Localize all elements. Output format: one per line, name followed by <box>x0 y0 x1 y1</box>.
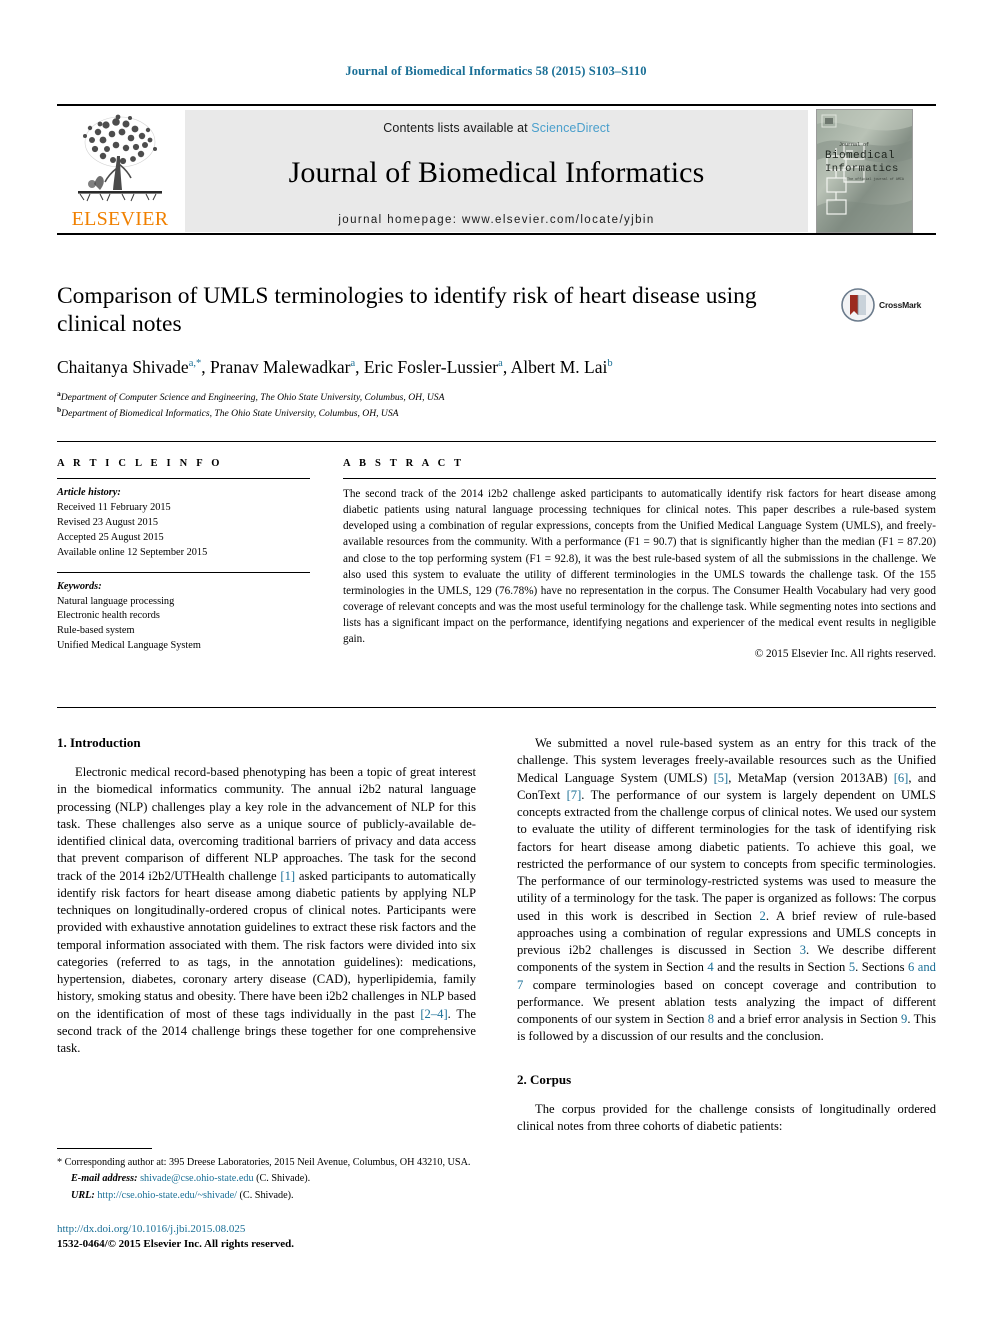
crossmark-badge[interactable]: CrossMark <box>841 284 935 326</box>
overview-paragraph: We submitted a novel rule-based system a… <box>517 735 936 1046</box>
paragraph-text: . Sections <box>855 960 908 975</box>
svg-text:Informatics: Informatics <box>825 163 899 175</box>
doi-block: http://dx.doi.org/10.1016/j.jbi.2015.08.… <box>57 1222 476 1251</box>
contents-available-line: Contents lists available at ScienceDirec… <box>185 110 808 135</box>
paragraph-text: , MetaMap (version 2013AB) <box>728 770 894 785</box>
journal-cover-thumbnail: Journal of Biomedical Informatics The of… <box>816 109 913 233</box>
journal-title: Journal of Biomedical Informatics <box>288 156 705 189</box>
affiliation-item: aDepartment of Computer Science and Engi… <box>57 389 936 405</box>
elsevier-wordmark: ELSEVIER <box>71 208 169 230</box>
affiliation-list: aDepartment of Computer Science and Engi… <box>57 389 936 421</box>
footnote-divider <box>57 1148 152 1149</box>
body-column-right: We submitted a novel rule-based system a… <box>517 735 936 1135</box>
author-name: Albert M. Lai <box>510 357 608 378</box>
divider-above-body <box>57 707 936 708</box>
elsevier-logo: ELSEVIER <box>61 112 179 232</box>
url-footnote: URL: http://cse.ohio-state.edu/~shivade/… <box>57 1189 476 1203</box>
keyword-item: Natural language processing <box>57 595 175 607</box>
article-history-label: Article history: <box>57 487 121 498</box>
article-history-item: Revised 23 August 2015 <box>57 516 158 528</box>
author-affil-mark[interactable]: b <box>607 359 612 370</box>
article-history-item: Available online 12 September 2015 <box>57 546 208 558</box>
citation-ref-2-4[interactable]: [2–4] <box>420 1007 447 1021</box>
divider <box>343 478 936 479</box>
keywords-label: Keywords: <box>57 580 102 592</box>
section-heading-introduction: 1. Introduction <box>57 735 141 750</box>
keyword-item: Rule-based system <box>57 625 135 637</box>
keyword-item: Unified Medical Language System <box>57 640 201 652</box>
paragraph-text: Electronic medical record-based phenotyp… <box>57 765 476 883</box>
article-info-column: A R T I C L E I N F O Article history: R… <box>57 458 310 654</box>
url-attribution: (C. Shivade). <box>236 1189 294 1201</box>
doi-link[interactable]: http://dx.doi.org/10.1016/j.jbi.2015.08.… <box>57 1222 476 1237</box>
body-column-left: 1. Introduction Electronic medical recor… <box>57 735 476 1057</box>
citation-ref-5[interactable]: [5] <box>714 771 729 785</box>
paragraph-text: asked participants to automatically iden… <box>57 868 476 1021</box>
divider-above-abstract <box>57 441 936 442</box>
abstract-text: The second track of the 2014 i2b2 challe… <box>343 488 936 646</box>
title-block: Comparison of UMLS terminologies to iden… <box>57 282 936 421</box>
corpus-paragraph: The corpus provided for the challenge co… <box>517 1101 936 1133</box>
svg-text:Biomedical: Biomedical <box>825 150 895 162</box>
corresponding-author-footnote: * Corresponding author at: 395 Dreese La… <box>57 1156 476 1170</box>
introduction-paragraph: Electronic medical record-based phenotyp… <box>57 764 476 1057</box>
author-list: Chaitanya Shivadea,*, Pranav Malewadkara… <box>57 357 613 378</box>
url-link[interactable]: http://cse.ohio-state.edu/~shivade/ <box>97 1190 237 1201</box>
citation-ref-1[interactable]: [1] <box>280 869 295 883</box>
paragraph-text: . The performance of our system is large… <box>517 787 936 923</box>
author-name: Chaitanya Shivade <box>57 357 189 378</box>
journal-masthead: ELSEVIER Contents lists available at Sci… <box>57 104 936 235</box>
abstract-copyright: © 2015 Elsevier Inc. All rights reserved… <box>754 648 936 661</box>
page-title: Comparison of UMLS terminologies to iden… <box>57 283 757 338</box>
citation-ref-7[interactable]: [7] <box>567 788 582 802</box>
svg-text:The official journal of AMIA: The official journal of AMIA <box>847 177 905 182</box>
footnote-block: * Corresponding author at: 395 Dreese La… <box>57 1148 476 1203</box>
article-history-item: Accepted 25 August 2015 <box>57 531 164 543</box>
email-label: E-mail address: <box>71 1173 138 1185</box>
article-history-item: Received 11 February 2015 <box>57 501 171 513</box>
author-affil-mark[interactable]: a <box>350 359 355 370</box>
divider <box>57 571 310 573</box>
article-info-heading: A R T I C L E I N F O <box>57 458 223 469</box>
journal-cover-art: Journal of Biomedical Informatics The of… <box>817 110 912 232</box>
author-affil-mark[interactable]: a <box>498 359 503 370</box>
corresponding-text: Corresponding author at: 395 Dreese Labo… <box>62 1157 471 1168</box>
citation-ref-6[interactable]: [6] <box>894 771 909 785</box>
keyword-item: Electronic health records <box>57 610 160 622</box>
masthead-center: Contents lists available at ScienceDirec… <box>185 110 808 232</box>
sciencedirect-link[interactable]: ScienceDirect <box>531 121 609 135</box>
svg-text:Journal of: Journal of <box>839 142 869 148</box>
affiliation-text: Department of Biomedical Informatics, Th… <box>61 408 399 420</box>
section-heading-corpus: 2. Corpus <box>517 1071 572 1087</box>
elsevier-tree-icon <box>78 114 162 202</box>
author-affil-mark[interactable]: a,* <box>189 359 202 370</box>
author-name: Pranav Malewadkar <box>210 357 351 378</box>
divider <box>57 478 310 479</box>
author-name: Eric Fosler-Lussier <box>363 357 499 378</box>
affiliation-item: bDepartment of Biomedical Informatics, T… <box>57 405 936 421</box>
contents-prefix: Contents lists available at <box>383 121 532 135</box>
affiliation-text: Department of Computer Science and Engin… <box>60 392 445 404</box>
issn-copyright-line: 1532-0464/© 2015 Elsevier Inc. All right… <box>57 1237 294 1250</box>
abstract-heading: A B S T R A C T <box>343 458 465 469</box>
email-attribution: (C. Shivade). <box>253 1173 311 1185</box>
paragraph-text: and a brief error analysis in Section <box>714 1012 902 1026</box>
url-label: URL: <box>71 1189 95 1201</box>
crossmark-icon <box>841 288 875 322</box>
journal-homepage-line[interactable]: journal homepage: www.elsevier.com/locat… <box>185 214 808 226</box>
paper-page: Journal of Biomedical Informatics 58 (20… <box>0 0 992 1323</box>
running-head: Journal of Biomedical Informatics 58 (20… <box>345 64 647 78</box>
email-link[interactable]: shivade@cse.ohio-state.edu <box>140 1173 254 1184</box>
abstract-column: A B S T R A C T The second track of the … <box>343 458 936 660</box>
email-footnote: E-mail address: shivade@cse.ohio-state.e… <box>57 1172 476 1186</box>
crossmark-label: CrossMark <box>879 300 922 310</box>
paragraph-text: and the results in Section <box>713 960 849 975</box>
